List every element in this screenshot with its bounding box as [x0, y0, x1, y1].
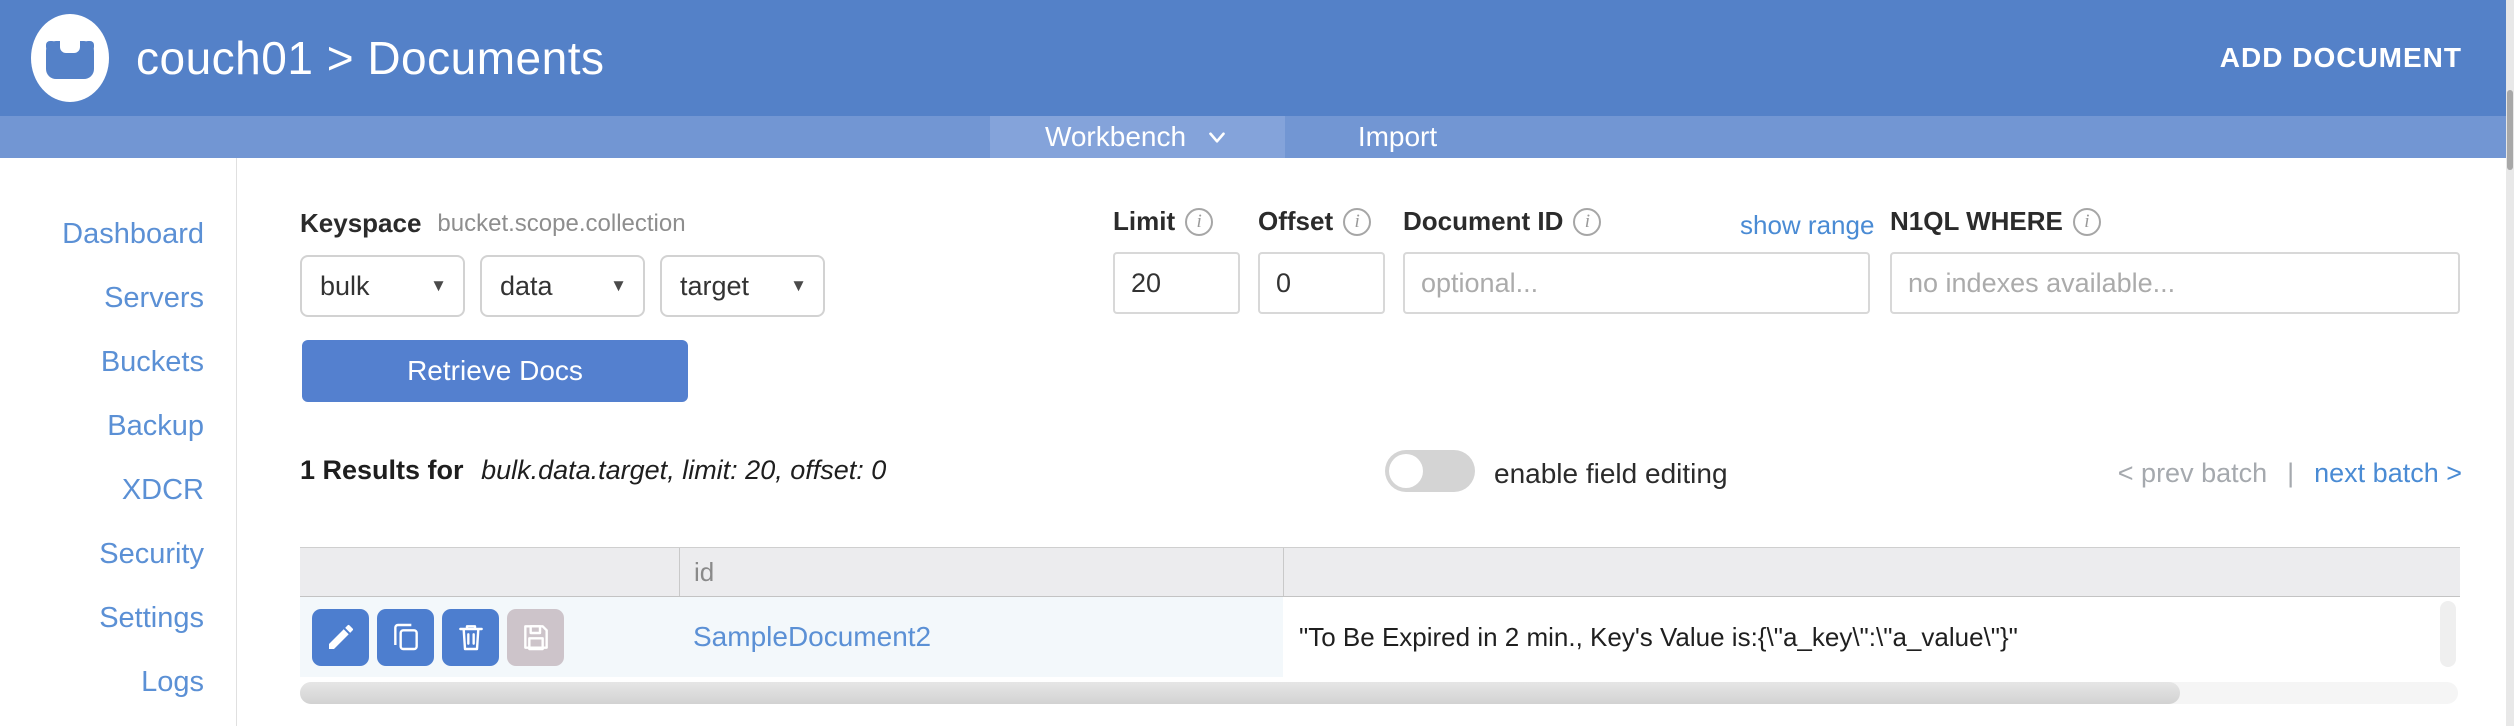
results-query-detail: bulk.data.target, limit: 20, offset: 0: [481, 455, 886, 485]
bucket-select-value: bulk: [320, 271, 370, 302]
document-id-input[interactable]: [1403, 252, 1870, 314]
retrieve-docs-button[interactable]: Retrieve Docs: [302, 340, 688, 402]
copy-document-button[interactable]: [377, 609, 434, 666]
secondary-nav-bar: Workbench Import: [0, 116, 2514, 158]
n1ql-where-label: N1QL WHERE i: [1890, 206, 2101, 237]
save-document-button[interactable]: [507, 609, 564, 666]
tab-import-label: Import: [1358, 121, 1437, 153]
copy-icon: [390, 621, 422, 653]
add-document-button[interactable]: ADD DOCUMENT: [2220, 42, 2462, 74]
nav-tabs: Workbench Import: [990, 116, 1510, 158]
sidebar-item-security[interactable]: Security: [0, 522, 236, 586]
offset-input[interactable]: [1258, 252, 1385, 314]
save-icon: [520, 621, 552, 653]
caret-down-icon: ▼: [610, 276, 627, 296]
bucket-select[interactable]: bulk ▼: [300, 255, 465, 317]
results-summary: 1 Results for bulk.data.target, limit: 2…: [300, 455, 886, 486]
info-icon[interactable]: i: [1343, 208, 1371, 236]
enable-field-editing-label: enable field editing: [1494, 458, 1728, 490]
sidebar-item-settings[interactable]: Settings: [0, 586, 236, 650]
toggle-knob: [1389, 454, 1423, 488]
row-value-cell: "To Be Expired in 2 min., Key's Value is…: [1283, 597, 2460, 677]
top-header-bar: couch01 > Documents ADD DOCUMENT: [0, 0, 2514, 116]
page-title: couch01 > Documents: [136, 31, 605, 85]
actions-column-header: [300, 548, 679, 596]
sidebar-item-dashboard[interactable]: Dashboard: [0, 202, 236, 266]
collection-select-value: target: [680, 271, 749, 302]
chevron-down-icon: [1204, 124, 1230, 150]
prev-batch-link[interactable]: < prev batch: [2118, 458, 2267, 489]
page-scrollbar[interactable]: [2506, 0, 2514, 726]
keyspace-label-text: Keyspace: [300, 208, 421, 239]
offset-label-text: Offset: [1258, 206, 1333, 237]
n1ql-where-input[interactable]: [1890, 252, 2460, 314]
n1ql-where-label-text: N1QL WHERE: [1890, 206, 2063, 237]
scope-select[interactable]: data ▼: [480, 255, 645, 317]
sidebar-item-backup[interactable]: Backup: [0, 394, 236, 458]
limit-label-text: Limit: [1113, 206, 1175, 237]
sidebar: Dashboard Servers Buckets Backup XDCR Se…: [0, 158, 237, 726]
id-column-header: id: [679, 548, 1283, 596]
keyspace-label: Keyspace bucket.scope.collection: [300, 208, 686, 239]
tab-workbench[interactable]: Workbench: [990, 116, 1285, 158]
table-row: SampleDocument2 "To Be Expired in 2 min.…: [300, 597, 2460, 677]
document-value-text: "To Be Expired in 2 min., Key's Value is…: [1299, 622, 2018, 653]
couchbase-logo-icon: [30, 13, 110, 103]
sidebar-item-buckets[interactable]: Buckets: [0, 330, 236, 394]
horizontal-scrollbar-thumb[interactable]: [300, 682, 2180, 704]
edit-document-button[interactable]: [312, 609, 369, 666]
sidebar-item-logs[interactable]: Logs: [0, 650, 236, 714]
row-actions-cell: [300, 597, 679, 677]
document-id-label-text: Document ID: [1403, 206, 1563, 237]
cell-vertical-scrollbar[interactable]: [2440, 601, 2456, 667]
scope-select-value: data: [500, 271, 553, 302]
next-batch-link[interactable]: next batch >: [2314, 458, 2462, 489]
collection-select[interactable]: target ▼: [660, 255, 825, 317]
info-icon[interactable]: i: [1573, 208, 1601, 236]
keyspace-hint: bucket.scope.collection: [437, 210, 685, 238]
document-id-label: Document ID i: [1403, 206, 1601, 237]
table-header-row: id: [300, 547, 2460, 597]
sidebar-item-servers[interactable]: Servers: [0, 266, 236, 330]
document-id-link[interactable]: SampleDocument2: [693, 621, 931, 653]
limit-input[interactable]: [1113, 252, 1240, 314]
batch-separator: |: [2287, 458, 2294, 489]
offset-label: Offset i: [1258, 206, 1371, 237]
table-horizontal-scrollbar[interactable]: [300, 682, 2458, 704]
tab-import[interactable]: Import: [1285, 116, 1510, 158]
sidebar-item-xdcr[interactable]: XDCR: [0, 458, 236, 522]
documents-table: id: [300, 547, 2460, 677]
enable-field-editing-toggle[interactable]: [1385, 450, 1475, 492]
caret-down-icon: ▼: [430, 276, 447, 296]
show-range-link[interactable]: show range: [1740, 210, 1874, 241]
trash-icon: [455, 621, 487, 653]
row-id-cell: SampleDocument2: [679, 597, 1283, 677]
delete-document-button[interactable]: [442, 609, 499, 666]
info-icon[interactable]: i: [1185, 208, 1213, 236]
value-column-header: [1283, 548, 2460, 596]
info-icon[interactable]: i: [2073, 208, 2101, 236]
page-scrollbar-thumb[interactable]: [2507, 90, 2513, 170]
pencil-icon: [325, 621, 357, 653]
tab-workbench-label: Workbench: [1045, 121, 1186, 153]
batch-navigation: < prev batch | next batch >: [2118, 458, 2462, 489]
results-count: 1 Results for: [300, 455, 464, 485]
couchbase-documents-page: couch01 > Documents ADD DOCUMENT Workben…: [0, 0, 2514, 726]
limit-label: Limit i: [1113, 206, 1213, 237]
caret-down-icon: ▼: [790, 276, 807, 296]
